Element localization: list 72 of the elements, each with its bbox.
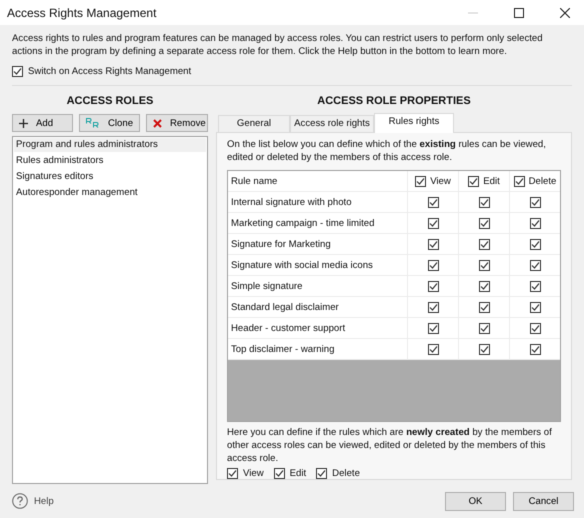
checkbox-label: Switch on Access Rights Management (28, 66, 192, 77)
clone-button[interactable]: Clone (79, 114, 140, 132)
column-header: Edit (483, 176, 500, 186)
checkbox[interactable] (227, 468, 238, 479)
panel-title: ACCESS ROLES (66, 95, 154, 109)
maximize-icon (514, 8, 524, 18)
checkbox[interactable] (428, 260, 438, 270)
checkbox[interactable] (478, 322, 490, 334)
checkbox[interactable] (530, 218, 540, 228)
checkbox[interactable] (530, 322, 540, 334)
description-text: Here you can define if the rules which are newly created by the members of other access roles can be viewed, edited or deleted by the members of this access role. (227, 426, 553, 465)
remove-button[interactable]: Remove (146, 114, 208, 132)
table-cell: Standard legal disclaimer (228, 297, 408, 317)
checkbox[interactable] (478, 238, 490, 250)
table-cell: Header - customer support (228, 318, 408, 338)
checkbox[interactable] (530, 302, 540, 312)
role-item[interactable]: Rules administrators (14, 154, 206, 168)
role-item[interactable]: Autoresponder management (14, 186, 206, 200)
close-icon (560, 8, 570, 18)
column-header: Delete (528, 176, 556, 186)
checkbox[interactable] (530, 344, 540, 354)
checkbox[interactable] (530, 196, 540, 208)
help-link[interactable]: Help (12, 493, 54, 509)
table-cell: Marketing campaign - time limited (228, 213, 408, 233)
checkbox[interactable] (478, 344, 490, 354)
tab[interactable]: Access role rights (290, 115, 374, 132)
checkbox-label: View (243, 468, 264, 479)
checkbox[interactable] (478, 260, 490, 270)
clone-icon (86, 118, 100, 128)
checkbox[interactable] (316, 468, 328, 479)
table-cell: Signature for Marketing (228, 234, 408, 254)
tab[interactable]: General (218, 115, 290, 132)
checkbox[interactable] (415, 176, 426, 186)
table-cell: Internal signature with photo (228, 192, 408, 212)
checkbox[interactable] (478, 280, 490, 292)
checkbox[interactable] (530, 280, 540, 292)
checkbox[interactable] (428, 238, 438, 250)
checkbox[interactable] (274, 468, 285, 479)
panel-title: ACCESS ROLE PROPERTIES (316, 95, 472, 109)
checkbox[interactable] (478, 302, 490, 312)
table-cell: Simple signature (228, 276, 408, 296)
remove-icon (153, 118, 162, 128)
role-item[interactable]: Program and rules administrators (14, 138, 206, 152)
column-header: View (430, 176, 451, 186)
checkbox-label: Edit (290, 468, 306, 479)
checkbox[interactable] (478, 218, 490, 228)
intro-text: Access rights to rules and program features can be managed by access roles. You can restrict users to perform only selected actions in the program by defining a separate access role for them. Click the Help button in the bottom to learn more. (12, 32, 544, 58)
column-header: Rule name (231, 176, 278, 186)
checkbox[interactable] (12, 66, 23, 77)
tab[interactable]: Rules rights (374, 113, 454, 133)
checkbox[interactable] (530, 238, 540, 250)
checkbox[interactable] (478, 196, 490, 208)
checkbox[interactable] (428, 322, 438, 334)
checkbox[interactable] (428, 280, 438, 292)
table-cell: Top disclaimer - warning (228, 339, 408, 359)
role-item[interactable]: Signatures editors (14, 170, 206, 184)
checkbox-label: Delete (332, 468, 360, 479)
checkbox[interactable] (428, 218, 438, 228)
plus-icon (19, 118, 28, 128)
checkbox[interactable] (468, 176, 480, 186)
checkbox[interactable] (530, 260, 540, 270)
checkbox[interactable] (428, 196, 438, 208)
add-button[interactable]: Add (12, 114, 73, 132)
dialog-button[interactable]: Cancel (513, 492, 574, 510)
checkbox[interactable] (428, 344, 438, 354)
window-title: Access Rights Management (7, 6, 156, 20)
checkbox[interactable] (514, 176, 525, 186)
dialog-button[interactable]: OK (445, 492, 506, 510)
checkbox[interactable] (428, 302, 438, 312)
help-icon (12, 493, 28, 509)
table-cell: Signature with social media icons (228, 255, 408, 275)
description-text: On the list below you can define which of the existing rules can be viewed, edited or deleted by the members of this access role. (227, 138, 547, 164)
